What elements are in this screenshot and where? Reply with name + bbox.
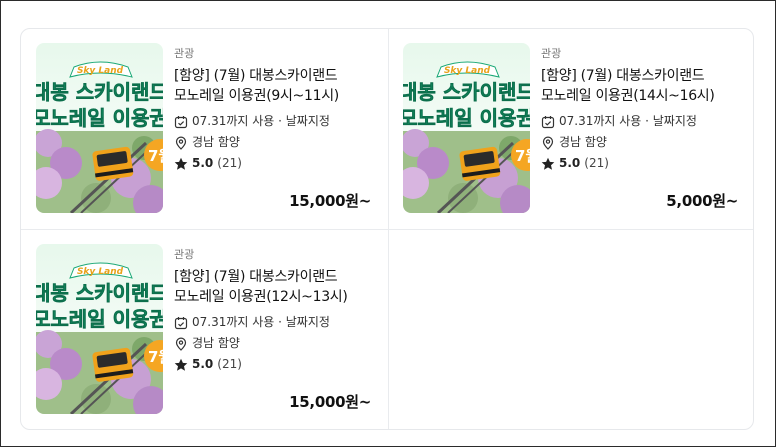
star-icon <box>174 358 188 371</box>
thumb-headline-2: 모노레일 이용권 <box>403 106 530 130</box>
calendar-icon <box>541 115 555 128</box>
product-thumbnail: 7월 Sky Land 대봉 스카이랜드 모노레일 이용권 <box>403 43 530 213</box>
rating-row: 5.0 (21) <box>541 153 746 174</box>
calendar-icon <box>174 115 188 128</box>
rating-value: 5.0 <box>559 156 581 170</box>
location-row: 경남 함양 <box>174 333 379 354</box>
location-text: 경남 함양 <box>192 336 240 350</box>
product-title[interactable]: [함양] (7월) 대봉스카이랜드 모노레일 이용권(9시~11시) <box>174 66 379 106</box>
product-title-line1: [함양] (7월) 대봉스카이랜드 <box>541 68 705 84</box>
thumb-headline-2: 모노레일 이용권 <box>36 307 163 331</box>
location-text: 경남 함양 <box>559 135 607 149</box>
product-price: 5,000원~ <box>666 192 738 210</box>
product-price: 15,000원~ <box>289 393 371 411</box>
product-grid: 7월 Sky Land 대봉 스카이랜드 모노레일 이용권 관광 [함양] (7… <box>20 28 754 430</box>
thumb-headline-2: 모노레일 이용권 <box>36 106 163 130</box>
location-row: 경남 함양 <box>174 132 379 153</box>
rating-value: 5.0 <box>192 357 214 371</box>
product-card[interactable]: 7월 Sky Land 대봉 스카이랜드 모노레일 이용권 관광 [함양] (7… <box>21 230 388 429</box>
rating-value: 5.0 <box>192 156 214 170</box>
product-title-line1: [함양] (7월) 대봉스카이랜드 <box>174 68 338 84</box>
thumb-brand-logo: Sky Land <box>77 66 124 76</box>
usage-row: 07.31까지 사용 · 날짜지정 <box>174 111 379 132</box>
product-price: 15,000원~ <box>289 192 371 210</box>
product-card[interactable]: 7월 Sky Land 대봉 스카이랜드 모노레일 이용권 관광 [함양] (7… <box>388 29 753 229</box>
location-row: 경남 함양 <box>541 132 746 153</box>
product-category: 관광 <box>174 248 195 261</box>
product-title[interactable]: [함양] (7월) 대봉스카이랜드 모노레일 이용권(12시~13시) <box>174 267 379 307</box>
location-text: 경남 함양 <box>192 135 240 149</box>
product-thumbnail: 7월 Sky Land 대봉 스카이랜드 모노레일 이용권 <box>36 244 163 414</box>
thumb-brand-logo: Sky Land <box>444 66 491 76</box>
product-category: 관광 <box>174 47 195 60</box>
usage-text: 07.31까지 사용 · 날짜지정 <box>192 315 330 329</box>
thumb-brand-logo: Sky Land <box>77 267 124 277</box>
thumb-headline-1: 대봉 스카이랜드 <box>36 80 163 104</box>
usage-text: 07.31까지 사용 · 날짜지정 <box>192 114 330 128</box>
thumb-month-badge: 7월 <box>515 147 530 165</box>
product-thumbnail: 7월 Sky Land 대봉 스카이랜드 모노레일 이용권 <box>36 43 163 213</box>
product-title-line2: 모노레일 이용권(12시~13시) <box>174 289 348 305</box>
product-card[interactable]: 7월 Sky Land 대봉 스카이랜드 모노레일 이용권 관광 [함양] (7… <box>21 29 388 229</box>
product-title-line2: 모노레일 이용권(9시~11시) <box>174 88 339 104</box>
review-count: (21) <box>217 357 242 371</box>
location-pin-icon <box>542 136 554 150</box>
rating-row: 5.0 (21) <box>174 354 379 375</box>
product-title[interactable]: [함양] (7월) 대봉스카이랜드 모노레일 이용권(14시~16시) <box>541 66 746 106</box>
usage-text: 07.31까지 사용 · 날짜지정 <box>559 114 697 128</box>
thumb-month-badge: 7월 <box>148 147 163 165</box>
review-count: (21) <box>217 156 242 170</box>
thumb-headline-1: 대봉 스카이랜드 <box>403 80 530 104</box>
thumb-month-badge: 7월 <box>148 348 163 366</box>
calendar-icon <box>174 316 188 329</box>
usage-row: 07.31까지 사용 · 날짜지정 <box>174 312 379 333</box>
location-pin-icon <box>175 337 187 351</box>
product-title-line1: [함양] (7월) 대봉스카이랜드 <box>174 269 338 285</box>
usage-row: 07.31까지 사용 · 날짜지정 <box>541 111 746 132</box>
location-pin-icon <box>175 136 187 150</box>
review-count: (21) <box>584 156 609 170</box>
rating-row: 5.0 (21) <box>174 153 379 174</box>
product-title-line2: 모노레일 이용권(14시~16시) <box>541 88 715 104</box>
product-category: 관광 <box>541 47 562 60</box>
star-icon <box>541 157 555 170</box>
star-icon <box>174 157 188 170</box>
thumb-headline-1: 대봉 스카이랜드 <box>36 281 163 305</box>
